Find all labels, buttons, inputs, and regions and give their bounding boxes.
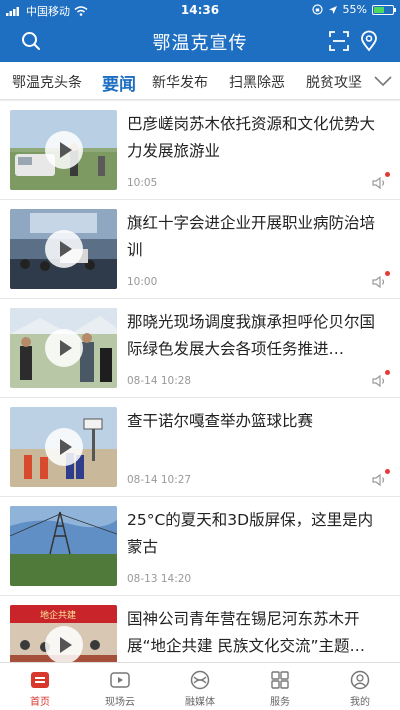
thumbnail-banner-text: 地企共建 <box>40 609 76 621</box>
play-icon[interactable] <box>44 131 83 169</box>
battery-icon <box>372 4 396 15</box>
location-pin-icon[interactable] <box>358 30 380 52</box>
news-item[interactable]: 巴彦嵯岗苏木依托资源和文化优势大力发展旅游业 10:05 <box>0 101 400 200</box>
app-header: 鄂温克宣传 <box>0 20 400 62</box>
tab-news[interactable]: 要闻 <box>102 70 136 95</box>
home-icon <box>29 669 51 691</box>
nav-label: 首页 <box>30 697 50 708</box>
news-thumbnail <box>10 110 117 190</box>
chevron-down-icon <box>374 75 392 86</box>
channel-tabs: 鄂温克头条 要闻 新华发布 扫黑除恶 脱贫攻坚 <box>0 62 400 100</box>
play-icon[interactable] <box>44 626 83 664</box>
bottom-nav: 首页 现场云 融媒体 服务 我的 <box>0 662 400 710</box>
nav-label: 我的 <box>350 697 370 708</box>
nav-home[interactable]: 首页 <box>0 663 80 710</box>
tab-poverty[interactable]: 脱贫攻坚 <box>306 72 362 92</box>
scan-icon[interactable] <box>328 30 350 52</box>
play-icon[interactable] <box>44 329 83 367</box>
news-time: 08-14 10:27 <box>127 474 192 486</box>
tabs-expand-button[interactable] <box>366 62 400 99</box>
nav-label: 服务 <box>270 697 290 708</box>
news-list: 巴彦嵯岗苏木依托资源和文化优势大力发展旅游业 10:05 旗红十字会进企业开展职… <box>0 101 400 695</box>
tab-headlines[interactable]: 鄂温克头条 <box>12 72 82 92</box>
nav-service[interactable]: 服务 <box>240 663 320 710</box>
new-badge-dot <box>385 370 390 375</box>
news-item[interactable]: 查干诺尔嘎查举办篮球比赛 08-14 10:27 <box>0 398 400 497</box>
audio-icon[interactable] <box>372 271 390 289</box>
news-thumbnail <box>10 407 117 487</box>
news-title: 巴彦嵯岗苏木依托资源和文化优势大力发展旅游业 <box>127 115 376 160</box>
play-icon[interactable] <box>44 230 83 268</box>
news-time: 10:00 <box>127 276 158 288</box>
news-item[interactable]: 那晓光现场调度我旗承担呼伦贝尔国际绿色发展大会各项任务推进… 08-14 10:… <box>0 299 400 398</box>
nav-profile[interactable]: 我的 <box>320 663 400 710</box>
news-title: 那晓光现场调度我旗承担呼伦贝尔国际绿色发展大会各项任务推进… <box>127 313 376 358</box>
news-time: 08-14 10:28 <box>127 375 192 387</box>
new-badge-dot <box>385 172 390 177</box>
orientation-lock-icon <box>311 4 323 15</box>
news-item[interactable]: 旗红十字会进企业开展职业病防治培训 10:00 <box>0 200 400 299</box>
news-title: 旗红十字会进企业开展职业病防治培训 <box>127 214 376 259</box>
news-title: 25°C的夏天和3D版屏保，这里是内蒙古 <box>127 511 374 556</box>
news-thumbnail <box>10 209 117 289</box>
nav-label: 现场云 <box>105 697 135 708</box>
news-time: 08-13 14:20 <box>127 573 192 585</box>
audio-icon[interactable] <box>372 172 390 190</box>
battery-percent: 55% <box>342 3 367 16</box>
news-time: 10:05 <box>127 177 158 189</box>
new-badge-dot <box>385 271 390 276</box>
news-thumbnail <box>10 308 117 388</box>
grid-icon <box>269 669 291 691</box>
news-title: 查干诺尔嘎查举办篮球比赛 <box>127 412 314 430</box>
nav-label: 融媒体 <box>185 697 215 708</box>
play-icon[interactable] <box>44 428 83 466</box>
tab-xinhua[interactable]: 新华发布 <box>152 72 208 92</box>
location-arrow-icon <box>328 5 337 14</box>
nav-media[interactable]: 融媒体 <box>160 663 240 710</box>
nav-live-cloud[interactable]: 现场云 <box>80 663 160 710</box>
media-icon <box>189 669 211 691</box>
tab-anti-crime[interactable]: 扫黑除恶 <box>229 72 285 92</box>
news-thumbnail <box>10 506 117 586</box>
status-bar: 中国移动 14:36 55% <box>0 0 400 20</box>
audio-icon[interactable] <box>372 469 390 487</box>
news-title: 国神公司青年营在锡尼河东苏木开展“地企共建 民族文化交流”主题… <box>127 610 365 655</box>
news-item[interactable]: 25°C的夏天和3D版屏保，这里是内蒙古 08-13 14:20 <box>0 497 400 596</box>
new-badge-dot <box>385 469 390 474</box>
user-icon <box>349 669 371 691</box>
video-play-icon <box>109 669 131 691</box>
audio-icon[interactable] <box>372 370 390 388</box>
